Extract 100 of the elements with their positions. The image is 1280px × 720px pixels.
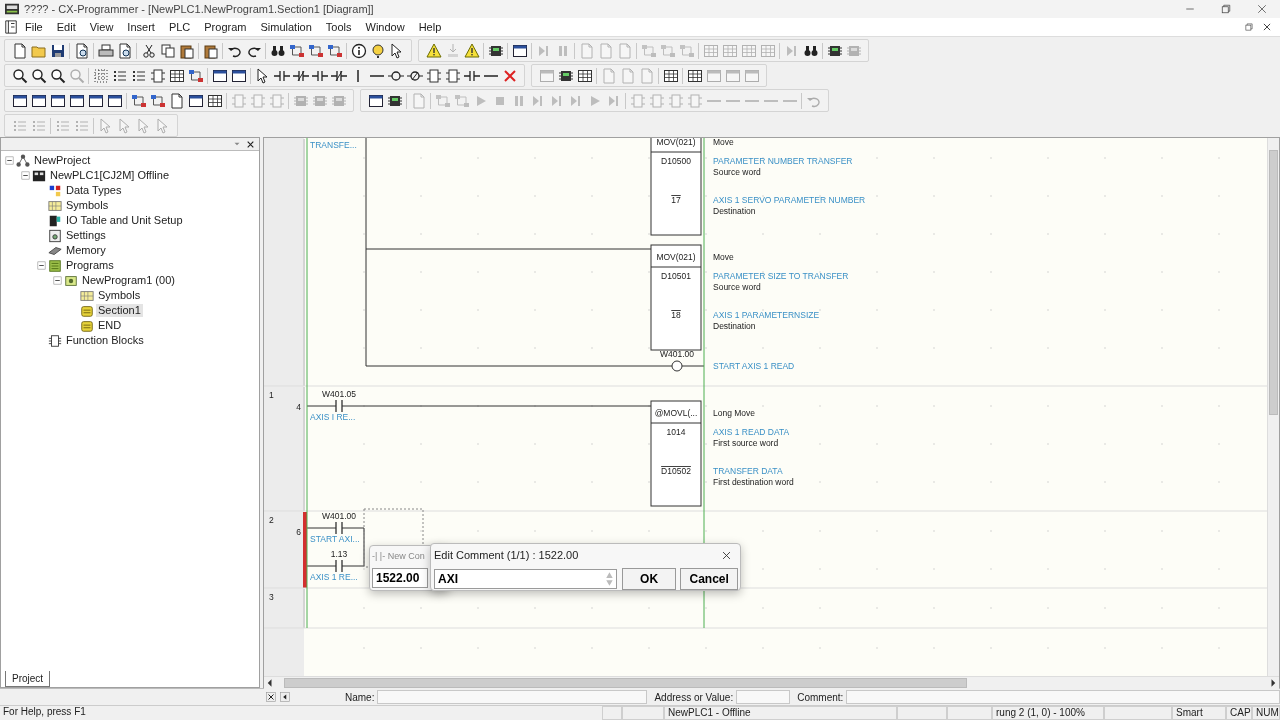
- collapse-toggle[interactable]: [53, 276, 62, 285]
- restore-icon[interactable]: [1244, 22, 1254, 32]
- window-icon[interactable]: [230, 67, 247, 84]
- menu-item[interactable]: Program: [197, 18, 254, 36]
- menu-item[interactable]: Simulation: [253, 18, 319, 36]
- rung-marker-bar[interactable]: [303, 387, 305, 511]
- comment-field[interactable]: [846, 690, 1280, 704]
- window-icon[interactable]: [11, 92, 28, 109]
- vertical-scrollbar[interactable]: [1267, 138, 1279, 676]
- tree-item[interactable]: NewPLC1[CJ2M] Offline: [48, 169, 171, 182]
- tree-item[interactable]: Programs: [64, 259, 116, 272]
- collapse-toggle[interactable]: [21, 171, 30, 180]
- menu-item[interactable]: PLC: [161, 18, 198, 36]
- collapse-toggle[interactable]: [5, 156, 14, 165]
- network-icon[interactable]: [288, 42, 305, 59]
- printer-icon[interactable]: [97, 42, 114, 59]
- rung-marker-bar[interactable]: [303, 589, 305, 628]
- page-magnifier-icon[interactable]: [116, 42, 133, 59]
- info-icon[interactable]: [350, 42, 367, 59]
- tree-item[interactable]: NewProgram1 (00): [80, 274, 177, 287]
- warning-icon[interactable]: [463, 42, 480, 59]
- document-icon[interactable]: [168, 92, 185, 109]
- name-field[interactable]: [377, 690, 648, 704]
- table-icon[interactable]: [662, 67, 679, 84]
- instruction-mnemonic: MOV(021): [656, 252, 696, 262]
- tree-item[interactable]: Symbols: [64, 199, 111, 212]
- warning-icon[interactable]: [425, 42, 442, 59]
- scroll-thumb[interactable]: [284, 678, 967, 688]
- table-icon[interactable]: [686, 67, 703, 84]
- scroll-thumb[interactable]: [1269, 150, 1278, 415]
- document-icon[interactable]: [11, 42, 28, 59]
- tree-item[interactable]: IO Table and Unit Setup: [64, 214, 185, 227]
- tree-item[interactable]: Section1: [96, 304, 143, 317]
- window-icon[interactable]: [30, 92, 47, 109]
- function-block-icon[interactable]: [444, 67, 461, 84]
- copy-icon[interactable]: [159, 42, 176, 59]
- table-icon[interactable]: [206, 92, 223, 109]
- rung-position: rung 2 (1, 0) - 100%: [992, 706, 1104, 720]
- dialog-button[interactable]: Cancel: [680, 567, 738, 590]
- network-icon[interactable]: [149, 92, 166, 109]
- delete-icon[interactable]: [501, 67, 518, 84]
- window-icon[interactable]: [211, 67, 228, 84]
- window-icon[interactable]: [87, 92, 104, 109]
- operand-value: D10500: [661, 156, 691, 166]
- rung-marker-bar[interactable]: [303, 512, 307, 588]
- menu-item[interactable]: Tools: [318, 18, 359, 36]
- restore-icon[interactable]: [1220, 3, 1232, 15]
- close-icon[interactable]: [1262, 22, 1272, 32]
- magnifier-icon[interactable]: [11, 67, 28, 84]
- address-field[interactable]: [736, 690, 791, 704]
- coil-comment: START AXIS 1 READ: [713, 361, 795, 371]
- function-block-icon[interactable]: [425, 67, 442, 84]
- menu-item[interactable]: Edit: [49, 18, 83, 36]
- network-icon[interactable]: [307, 42, 324, 59]
- clipboard-icon[interactable]: [202, 42, 219, 59]
- project-tab[interactable]: Project: [5, 671, 51, 687]
- tree-item[interactable]: NewProject: [32, 154, 93, 167]
- network-icon[interactable]: [187, 67, 204, 84]
- tree-item[interactable]: END: [96, 319, 124, 332]
- menu-item[interactable]: Insert: [120, 18, 162, 36]
- menu-item[interactable]: Window: [358, 18, 412, 36]
- network-icon[interactable]: [130, 92, 147, 109]
- window-icon[interactable]: [49, 92, 66, 109]
- tree-item[interactable]: Data Types: [64, 184, 124, 197]
- horizontal-scrollbar[interactable]: [264, 676, 1279, 689]
- window-icon[interactable]: [367, 92, 384, 109]
- table-icon[interactable]: [168, 67, 185, 84]
- clipboard-icon[interactable]: [178, 42, 195, 59]
- menu-item[interactable]: View: [82, 18, 121, 36]
- tree-item[interactable]: Symbols: [96, 289, 143, 302]
- tree-item[interactable]: Function Blocks: [64, 334, 146, 347]
- close-icon[interactable]: [266, 692, 276, 702]
- operand-comment: AXIS 1 PARAMETERNSIZE: [713, 310, 820, 320]
- wire: [306, 527, 337, 529]
- network-icon[interactable]: [326, 42, 343, 59]
- window-icon[interactable]: [68, 92, 85, 109]
- left-arrow-icon[interactable]: [280, 692, 290, 702]
- collapse-toggle[interactable]: [37, 261, 46, 270]
- operand-comment: AXIS 1 SERVO PARAMETER NUMBER: [713, 195, 866, 205]
- window-icon[interactable]: [106, 92, 123, 109]
- menu-item[interactable]: File: [18, 18, 50, 36]
- program-icon: [64, 273, 78, 288]
- tree-item[interactable]: Memory: [64, 244, 108, 257]
- close-icon[interactable]: [246, 139, 255, 149]
- close-icon[interactable]: [721, 549, 732, 561]
- magnifier-icon[interactable]: [49, 67, 66, 84]
- table-icon[interactable]: [576, 67, 593, 84]
- window-icon[interactable]: [187, 92, 204, 109]
- operand-description: Destination: [713, 321, 756, 331]
- window-icon[interactable]: [511, 42, 528, 59]
- rung-marker-bar[interactable]: [303, 139, 305, 386]
- menu-item[interactable]: Help: [411, 18, 449, 36]
- tree-item[interactable]: Settings: [64, 229, 108, 242]
- dialog-button[interactable]: OK: [621, 567, 677, 590]
- page-magnifier-icon[interactable]: [73, 42, 90, 59]
- scissors-icon[interactable]: [140, 42, 157, 59]
- help-text: For Help, press F1: [2, 706, 87, 719]
- function-block-icon[interactable]: [149, 67, 166, 84]
- address-input[interactable]: 1522.00: [372, 567, 428, 588]
- magnifier-icon[interactable]: [30, 67, 47, 84]
